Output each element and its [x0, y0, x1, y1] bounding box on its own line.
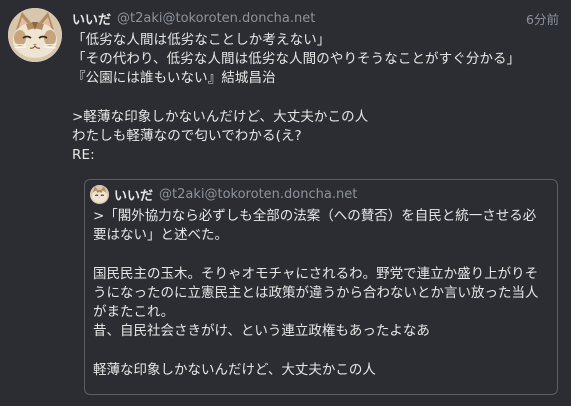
quote-text: >「閣外協力なら必ずしも全部の法案（への賛否）を自民と統一させる必要はない」と述… [93, 208, 539, 378]
username[interactable]: @t2aki@tokoroten.doncha.net [117, 11, 315, 26]
note-text: 「低劣な人間は低劣なことしか考えない」 「その代わり、低劣な人間は低劣な人間のや… [72, 32, 521, 164]
quote-display-name[interactable]: いいだ [114, 185, 153, 204]
note-header: いいだ @t2aki@tokoroten.doncha.net 6分前 [72, 8, 559, 28]
cat-face-icon [90, 185, 109, 204]
avatar[interactable] [8, 8, 62, 62]
note-card: いいだ @t2aki@tokoroten.doncha.net 6分前 「低劣な… [0, 0, 571, 406]
cat-face-icon [8, 8, 62, 62]
quote-avatar[interactable] [90, 185, 109, 204]
quote-header: いいだ @t2aki@tokoroten.doncha.net [114, 185, 357, 204]
quoted-note[interactable]: いいだ @t2aki@tokoroten.doncha.net >「閣外協力なら… [84, 179, 558, 395]
quote-username[interactable]: @t2aki@tokoroten.doncha.net [159, 187, 357, 202]
timestamp[interactable]: 6分前 [526, 9, 559, 28]
display-name[interactable]: いいだ [72, 9, 111, 28]
